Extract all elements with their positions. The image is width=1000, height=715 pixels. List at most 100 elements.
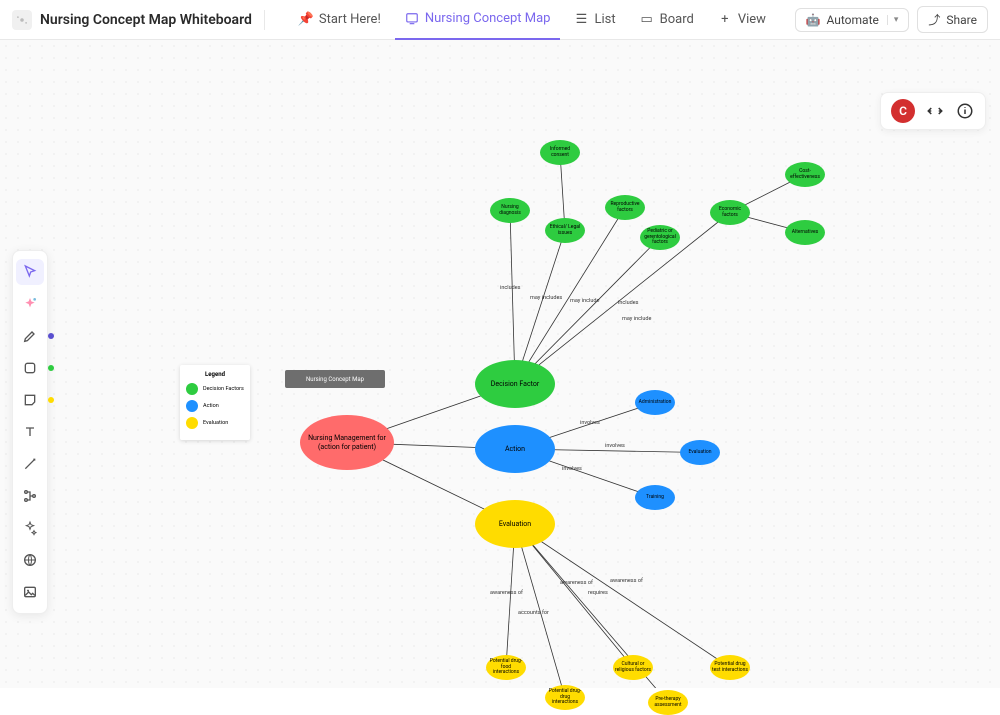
node-root[interactable]: Nursing Management for (action for patie… [300,415,394,470]
node-action[interactable]: Action [475,425,555,473]
node-reproductive[interactable]: Reproductive factors [605,195,645,220]
legend-label: Action [203,403,219,409]
node-alternatives[interactable]: Alternatives [785,220,825,245]
edge-label: may include [622,316,651,322]
tab-label: Start Here! [319,12,381,27]
app-logo[interactable] [12,10,32,30]
sparkle-icon [22,296,38,312]
collaborator-bar: C [880,92,986,130]
tool-connector[interactable] [16,451,44,477]
edge-label: requires [588,590,608,596]
tab-nursing-map[interactable]: Nursing Concept Map [395,0,561,40]
text-icon [22,424,38,440]
node-costeff[interactable]: Cost-effectiveness [785,162,825,187]
legend-dot-yellow [186,417,198,429]
node-economic[interactable]: Economic factors [710,200,750,225]
image-icon [22,584,38,600]
node-training[interactable]: Training [635,485,675,510]
tool-select[interactable] [16,259,44,285]
tool-sticky[interactable] [16,387,44,413]
edge-label: includes [618,300,638,306]
connector-icon [22,456,38,472]
edge-label: involves [605,443,625,449]
button-label: Automate [826,13,878,27]
node-admin[interactable]: Administration [635,390,675,415]
topbar: Nursing Concept Map Whiteboard 📌 Start H… [0,0,1000,40]
color-dot [48,397,54,403]
avatar[interactable]: C [891,99,915,123]
view-tabs: 📌 Start Here! Nursing Concept Map ☰ List… [289,0,776,40]
tool-web[interactable] [16,547,44,573]
button-label: Share [946,13,977,27]
board-icon: ▭ [640,13,654,27]
tool-shape[interactable] [16,355,44,381]
node-evalblue[interactable]: Evaluation [680,440,720,465]
whiteboard-icon [405,12,419,26]
fit-width-icon[interactable] [925,101,945,121]
tool-branch[interactable] [16,483,44,509]
edge-label: may includes [530,295,562,301]
tab-label: Board [660,12,694,27]
tool-image[interactable] [16,579,44,605]
topbar-right: 🤖 Automate ▾ ⤴ Share [795,6,988,33]
node-nursingdx[interactable]: Nursing diagnosis [490,198,530,223]
node-pediatric[interactable]: Pediatric or gerentological factors [640,225,680,250]
tab-label: View [738,12,766,27]
tool-magic[interactable] [16,515,44,541]
magic-icon [22,520,38,536]
node-ethical[interactable]: Ethical/ Legal issues [545,218,585,243]
tab-start[interactable]: 📌 Start Here! [289,0,391,40]
node-drugtest[interactable]: Potential drug test interactions [710,655,750,680]
cursor-icon [22,264,38,280]
node-informed[interactable]: Informed consent [540,140,580,165]
node-evaluation[interactable]: Evaluation [475,500,555,548]
tab-add-view[interactable]: + View [708,0,776,40]
edge-label: accounts for [518,610,549,616]
legend-label: Decision Factors [203,386,244,392]
legend-title: Legend [186,371,244,378]
page-title: Nursing Concept Map Whiteboard [40,12,252,28]
pen-icon [22,328,38,344]
edge-label: includes [500,285,520,291]
branch-icon [22,488,38,504]
node-drugdrug[interactable]: Potential drug-drug interactions [545,685,585,710]
legend-dot-green [186,383,198,395]
info-icon[interactable] [955,101,975,121]
legend-dot-blue [186,400,198,412]
tab-label: List [594,12,615,27]
legend-card[interactable]: Legend Decision Factors Action Evaluatio… [180,365,250,440]
robot-icon: 🤖 [806,13,821,27]
list-icon: ☰ [574,13,588,27]
edge-label: involves [580,420,600,426]
drawing-toolbar [12,250,48,614]
edge-label: awareness of [560,580,593,586]
tab-list[interactable]: ☰ List [564,0,625,40]
share-button[interactable]: ⤴ Share [917,6,988,33]
tool-text[interactable] [16,419,44,445]
tab-label: Nursing Concept Map [425,11,551,26]
node-cultural[interactable]: Cultural or religious factors [613,655,653,680]
legend-item: Action [186,400,244,412]
chevron-down-icon[interactable]: ▾ [887,15,899,25]
globe-icon [22,552,38,568]
tool-pen[interactable] [16,323,44,349]
whiteboard-canvas[interactable]: C [0,40,1000,688]
legend-item: Decision Factors [186,383,244,395]
topbar-left: Nursing Concept Map Whiteboard [12,10,252,30]
legend-item: Evaluation [186,417,244,429]
node-decision[interactable]: Decision Factor [475,360,555,408]
node-pretherapy[interactable]: Pre-therapy assessment [648,690,688,715]
share-icon: ⤴ [928,11,940,28]
square-icon [22,360,38,376]
color-dot [48,333,54,339]
plus-icon: + [718,13,732,27]
diagram-title-box[interactable]: Nursing Concept Map [285,370,385,388]
edge-label: may include [570,298,599,304]
automate-button[interactable]: 🤖 Automate ▾ [795,8,910,32]
separator [264,10,265,30]
legend-label: Evaluation [203,420,228,426]
node-drugfood[interactable]: Potential drug-food interactions [486,655,526,680]
tab-board[interactable]: ▭ Board [630,0,704,40]
edge-label: awareness of [490,590,523,596]
tool-ai[interactable] [16,291,44,317]
